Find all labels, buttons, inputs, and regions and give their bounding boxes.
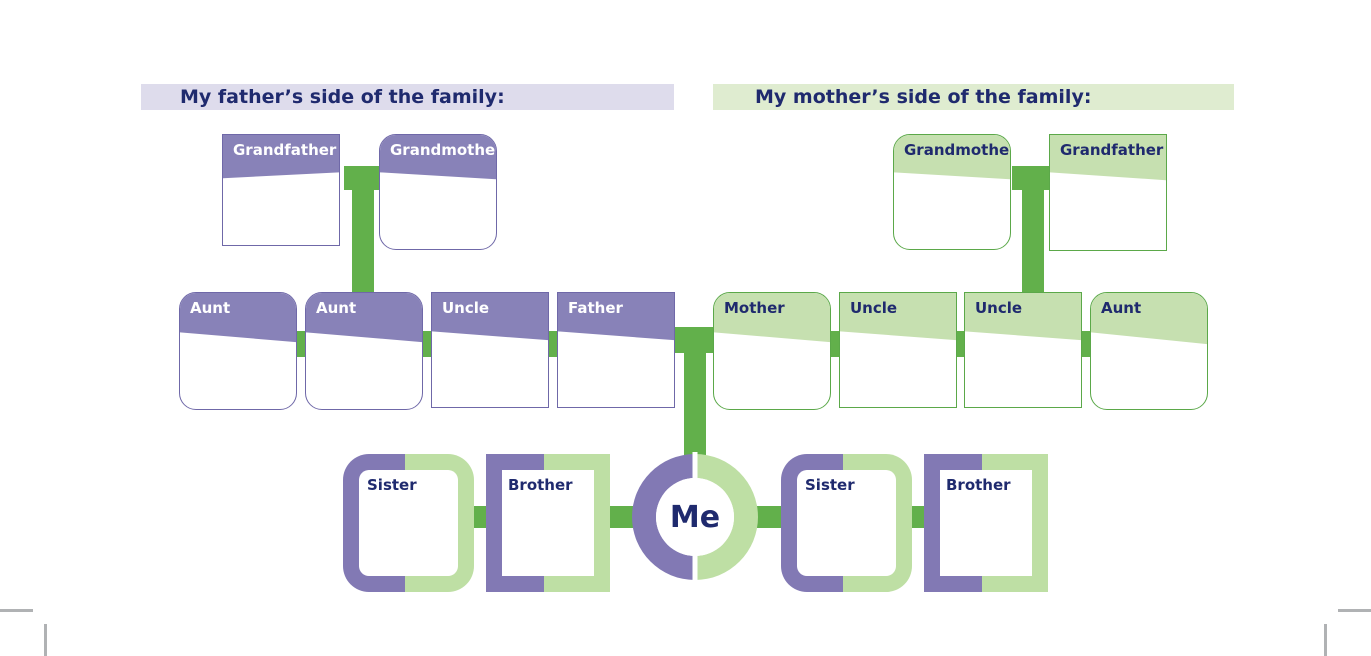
- card-label: Uncle: [442, 299, 490, 317]
- card-label: Grandfather: [233, 141, 337, 159]
- card-brother-left[interactable]: Brother: [486, 454, 610, 592]
- card-label: Sister: [367, 476, 417, 494]
- card-label: Grandmother: [904, 141, 1011, 159]
- mother-side-header: My mother’s side of the family:: [713, 84, 1234, 110]
- connector-father-grandparents-bar: [344, 166, 384, 190]
- card-father-grandmother[interactable]: Grandmother: [379, 134, 497, 250]
- card-sister-left[interactable]: Sister: [343, 454, 474, 592]
- father-side-heading-text: My father’s side of the family:: [180, 86, 505, 108]
- card-mother[interactable]: Mother: [713, 292, 831, 410]
- crop-mark-right-vertical: [1324, 624, 1327, 656]
- card-label: Uncle: [975, 299, 1023, 317]
- card-label: Grandfather: [1060, 141, 1164, 159]
- father-side-header: My father’s side of the family:: [141, 84, 674, 110]
- card-label: Mother: [724, 299, 785, 317]
- family-tree-worksheet: My father’s side of the family: My mothe…: [0, 0, 1371, 656]
- card-mother-grandmother[interactable]: Grandmother: [893, 134, 1011, 250]
- card-label: Father: [568, 299, 623, 317]
- card-label: Sister: [805, 476, 855, 494]
- card-father-grandfather[interactable]: Grandfather: [222, 134, 340, 246]
- card-label: Aunt: [1101, 299, 1142, 317]
- connector-father-grandparents-stem: [352, 190, 374, 305]
- crop-mark-right-horizontal: [1338, 609, 1371, 612]
- card-sister-right[interactable]: Sister: [781, 454, 912, 592]
- connector-parents-bar: [675, 327, 714, 353]
- card-father-aunt-2[interactable]: Aunt: [305, 292, 423, 410]
- connector-mother-grandparents-stem: [1022, 190, 1044, 305]
- card-mother-uncle-1[interactable]: Uncle: [839, 292, 957, 408]
- card-label: Uncle: [850, 299, 898, 317]
- connector-parents-to-me-stem: [684, 353, 706, 463]
- card-father[interactable]: Father: [557, 292, 675, 408]
- connector-mother-grandparents-bar: [1012, 166, 1052, 190]
- card-label: Aunt: [190, 299, 231, 317]
- card-mother-grandfather[interactable]: Grandfather: [1049, 134, 1167, 251]
- card-father-aunt-1[interactable]: Aunt: [179, 292, 297, 410]
- mother-side-heading-text: My mother’s side of the family:: [755, 86, 1092, 108]
- card-label: Aunt: [316, 299, 357, 317]
- card-father-uncle[interactable]: Uncle: [431, 292, 549, 408]
- card-label: Grandmother: [390, 141, 497, 159]
- card-label: Brother: [946, 476, 1011, 494]
- me-label: Me: [669, 499, 721, 535]
- card-mother-uncle-2[interactable]: Uncle: [964, 292, 1082, 408]
- card-brother-right[interactable]: Brother: [924, 454, 1048, 592]
- crop-mark-left-horizontal: [0, 609, 33, 612]
- card-label: Brother: [508, 476, 573, 494]
- crop-mark-left-vertical: [44, 624, 47, 656]
- card-mother-aunt[interactable]: Aunt: [1090, 292, 1208, 410]
- card-me[interactable]: Me: [628, 450, 762, 584]
